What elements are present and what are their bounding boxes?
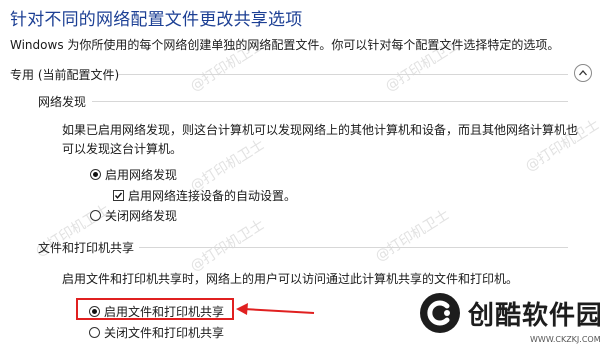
network-discovery-heading: 网络发现 [38,95,87,109]
checkbox-label: 启用网络连接设备的自动设置。 [128,189,297,203]
arrow-icon [236,303,315,315]
watermark-text: @打印机卫士 [372,206,453,265]
radio-enable-network-discovery[interactable]: 启用网络发现 [90,166,177,183]
network-discovery-divider [92,101,568,102]
radio-label: 关闭网络发现 [105,209,178,223]
file-printer-sharing-divider [139,247,568,248]
radio-label: 启用网络发现 [105,168,178,182]
page-title: 针对不同的网络配置文件更改共享选项 [10,10,303,30]
network-discovery-description: 如果已启用网络发现，则这台计算机可以发现网络上的其他计算机和设备，而且其他网络计… [62,123,579,156]
checkbox-checked-icon [113,190,124,201]
radio-disable-file-printer-sharing[interactable]: 关闭文件和打印机共享 [89,324,224,341]
profile-divider [118,74,568,75]
radio-unselected-icon [89,327,100,338]
profile-label: 专用 (当前配置文件) [10,68,120,82]
brand-name: 创酷软件园 [468,300,600,331]
radio-disable-network-discovery[interactable]: 关闭网络发现 [90,207,177,224]
page-description: Windows 为你所使用的每个网络创建单独的网络配置文件。你可以针对每个配置文… [10,38,560,52]
radio-unselected-icon [90,210,101,221]
watermark-text: @打印机卫士 [187,216,268,275]
collapse-button[interactable] [574,64,592,82]
checkbox-auto-setup[interactable]: 启用网络连接设备的自动设置。 [113,187,296,204]
brand-logo: 创酷软件园 [420,293,600,333]
radio-label: 关闭文件和打印机共享 [104,326,225,340]
file-printer-sharing-description: 启用文件和打印机共享时，网络上的用户可以访问通过此计算机共享的文件和打印机。 [62,272,519,286]
radio-selected-icon [90,169,101,180]
file-printer-sharing-heading: 文件和打印机共享 [38,241,135,255]
chevron-up-icon [579,70,587,76]
brand-url: WWW.CKZKJ.COM [530,335,600,344]
highlight-box [76,298,234,320]
brand-logo-icon [420,293,460,333]
